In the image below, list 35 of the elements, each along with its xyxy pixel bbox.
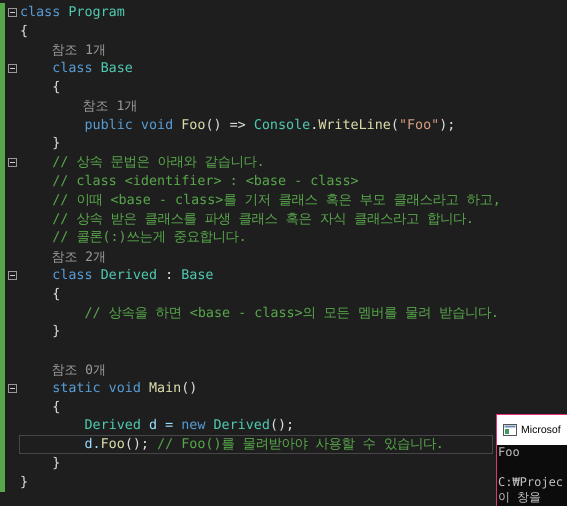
reference-count[interactable]: 참조 1개 <box>20 97 138 116</box>
code-line: { <box>51 398 62 417</box>
collapse-icon[interactable] <box>8 158 17 168</box>
code-line: } <box>51 323 62 342</box>
code-line: class Derived : Base <box>51 267 214 286</box>
collapse-icon[interactable] <box>8 384 17 393</box>
code-line: // class <identifier> : <base - class> <box>51 173 360 192</box>
reference-count[interactable]: 참조 1개 <box>20 40 106 59</box>
code-line: public void Foo() => Console.WriteLine("Foo"); <box>83 116 456 135</box>
console-text: Foo <box>498 445 520 459</box>
code-line: // 콜론(:)쓰는게 중요합니다. <box>51 229 248 248</box>
code-line: { <box>51 79 62 98</box>
code-line: { <box>51 286 62 304</box>
code-line: class Base <box>51 60 134 78</box>
code-line: // 이때 <base - class>를 기저 클래스 혹은 부모 클래스라고 하고, <box>51 192 502 210</box>
code-line: class Program <box>19 4 126 22</box>
console-title: Microsof <box>521 424 561 436</box>
reference-count[interactable]: 참조 2개 <box>20 248 106 266</box>
code-line: } <box>51 135 62 154</box>
reference-count[interactable]: 참조 0개 <box>20 360 106 379</box>
code-line: // 상속 받은 클래스를 파생 클래스 혹은 자식 클래스라고 합니다. <box>51 210 475 229</box>
code-editor[interactable] <box>0 0 567 506</box>
code-line: } <box>19 474 30 492</box>
code-line: } <box>51 455 62 474</box>
collapse-icon[interactable] <box>8 8 17 17</box>
code-line: // 상속을 하면 <base - class>의 모든 멤버를 물려 받습니다. <box>83 304 500 323</box>
console-icon <box>503 424 517 436</box>
collapse-icon[interactable] <box>8 271 17 280</box>
console-text: 이 창을 <box>498 490 542 504</box>
collapse-icon[interactable] <box>8 64 17 74</box>
code-line: static void Main() <box>51 380 198 398</box>
console-text: C:₩Projec <box>498 475 564 489</box>
code-line: Derived d = new Derived(); <box>83 417 296 436</box>
code-line: { <box>19 22 30 41</box>
code-line: // 상속 문법은 아래와 같습니다. <box>51 154 266 172</box>
